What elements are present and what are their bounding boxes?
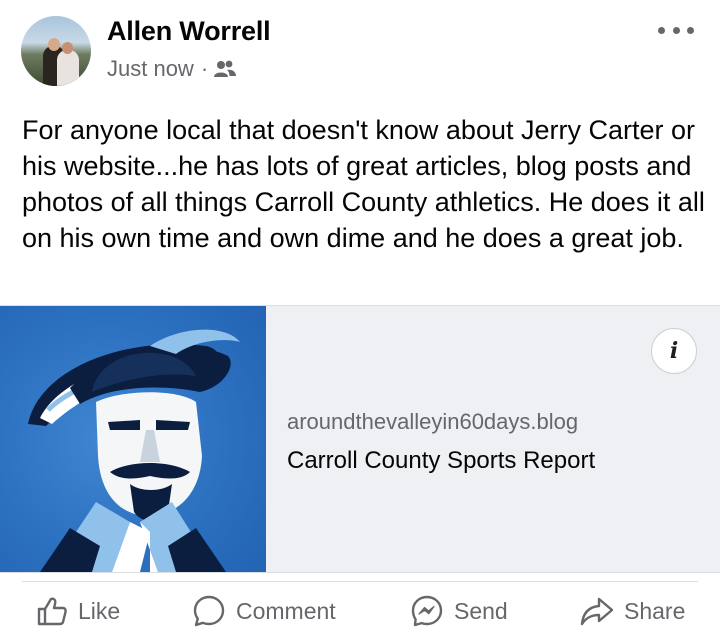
post-text: For anyone local that doesn't know about… xyxy=(22,115,705,253)
avatar-figure-head xyxy=(62,42,73,54)
like-label: Like xyxy=(78,597,121,624)
messenger-icon xyxy=(411,595,443,627)
more-dot xyxy=(672,26,680,34)
author-name[interactable]: Allen Worrell xyxy=(107,16,271,47)
share-button[interactable]: Share xyxy=(580,586,685,636)
link-domain[interactable]: aroundthevalleyin60days.blog xyxy=(287,409,578,435)
send-button[interactable]: Send xyxy=(410,586,508,636)
comment-button[interactable]: Comment xyxy=(192,586,336,636)
more-dot xyxy=(658,26,665,34)
cavalier-logo xyxy=(28,329,240,572)
meta-separator: · xyxy=(200,56,209,81)
author-avatar[interactable] xyxy=(21,16,91,86)
info-button[interactable]: i xyxy=(651,328,697,374)
info-icon: i xyxy=(669,338,679,364)
link-title[interactable]: Carroll County Sports Report xyxy=(287,447,595,475)
friends-icon[interactable] xyxy=(214,59,237,79)
like-button[interactable]: Like xyxy=(36,586,120,636)
post-actions-bar: Like Comment Send Share xyxy=(0,586,720,636)
post-timestamp[interactable]: Just now xyxy=(107,56,194,82)
avatar-figure-head xyxy=(48,38,60,51)
post-header: Allen Worrell Just now · xyxy=(0,0,720,100)
avatar-figure xyxy=(57,50,79,86)
actions-divider xyxy=(22,581,698,582)
share-icon xyxy=(580,597,614,626)
more-options-icon[interactable] xyxy=(658,20,694,40)
comment-label: Comment xyxy=(236,597,336,624)
more-dot xyxy=(687,26,694,34)
link-thumbnail[interactable] xyxy=(0,306,266,572)
share-label: Share xyxy=(624,597,686,624)
link-preview-card[interactable]: i aroundthevalleyin60days.blog Carroll C… xyxy=(0,305,720,573)
comment-icon xyxy=(193,595,225,627)
send-label: Send xyxy=(454,597,508,624)
post-meta: Just now · xyxy=(107,56,237,82)
thumbs-up-icon xyxy=(37,597,67,626)
